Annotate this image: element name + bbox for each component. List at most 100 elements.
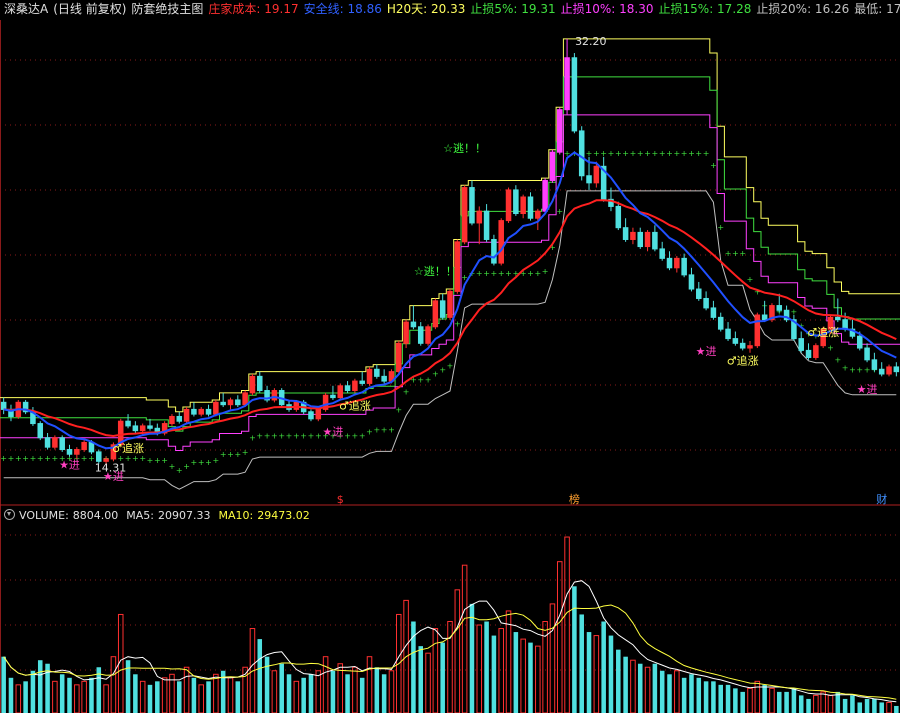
stop15-dot: +	[747, 275, 754, 284]
volume-bar	[322, 656, 329, 713]
candle-body	[710, 307, 717, 318]
candle-body	[337, 385, 344, 399]
volume-bar	[762, 684, 767, 713]
stop15-dot: +	[491, 269, 498, 278]
candle-body	[805, 349, 812, 358]
stop15-dot: +	[644, 149, 651, 158]
candle-body	[696, 288, 702, 299]
candle	[366, 366, 373, 386]
stock-name[interactable]: 深桑达A	[4, 2, 48, 16]
candle-body	[674, 257, 680, 269]
candle	[696, 281, 702, 301]
candle-body	[191, 408, 197, 415]
candle	[542, 178, 548, 214]
volume-bar	[703, 681, 709, 713]
volume-bar	[147, 684, 153, 713]
candle-body	[513, 189, 519, 215]
stop15-dot: +	[695, 149, 702, 158]
stop15-dot: +	[198, 458, 205, 467]
candle-body	[374, 368, 380, 377]
candle	[425, 324, 431, 346]
candle	[835, 298, 841, 323]
stop15-dot: +	[827, 343, 834, 352]
candle-body	[315, 408, 322, 420]
candle	[381, 369, 387, 384]
volume-bar	[872, 698, 877, 713]
volume-bar	[183, 666, 190, 713]
candle	[198, 407, 204, 417]
stop15-dot: +	[205, 458, 212, 467]
stop15-dot: +	[600, 149, 607, 158]
candle-body	[432, 300, 439, 328]
candle	[161, 421, 168, 436]
volume-bar	[630, 659, 636, 713]
candle	[37, 421, 44, 441]
volume-bar	[227, 677, 234, 713]
stop15-dot: +	[183, 462, 190, 471]
volume-bar	[886, 701, 892, 713]
candle	[476, 206, 483, 245]
volume-bar	[791, 688, 797, 713]
volume-bar	[549, 603, 556, 713]
stop15-dot: +	[286, 432, 293, 441]
volume-bar	[616, 649, 621, 713]
candle-body	[396, 342, 402, 373]
stop15-dot: +	[388, 426, 395, 435]
stop15-dot: +	[534, 269, 541, 278]
candle	[235, 395, 241, 408]
candle-body	[96, 451, 102, 462]
volume-bar	[345, 674, 350, 713]
volume-bar	[235, 681, 241, 713]
candle-body	[864, 347, 870, 361]
volume-bar	[352, 666, 358, 713]
candle-body	[256, 375, 263, 392]
volume-bar	[177, 681, 182, 713]
candle	[549, 149, 556, 183]
candle	[791, 315, 797, 341]
candle-body	[227, 399, 234, 406]
volume-bar	[556, 561, 563, 713]
candle	[286, 399, 292, 412]
stop15-dot: +	[652, 149, 659, 158]
candle-body	[542, 179, 548, 212]
stop15-dot: +	[373, 426, 380, 435]
period-label[interactable]: (日线 前复权)	[53, 2, 126, 16]
stop15-dot: +	[366, 428, 373, 437]
stop15-dot: +	[344, 432, 351, 441]
candle-body	[871, 359, 878, 370]
indicator-name[interactable]: 防套绝技主图	[131, 2, 203, 16]
stop15-dot: +	[52, 454, 59, 463]
candle-body	[344, 385, 351, 392]
stop15-dot: +	[30, 454, 37, 463]
candle-body	[586, 175, 592, 184]
stop15-dot: +	[403, 388, 410, 397]
stock-chart[interactable]: + + + + + + + + + + + + + + + + + + ++ + + + + + ++ + + ++ + + + + + + + + +…	[0, 0, 900, 713]
chevron-circle-icon[interactable]	[4, 509, 15, 520]
stop15-dot: +	[593, 149, 600, 158]
stop15-dot: +	[703, 149, 710, 158]
candle	[169, 414, 175, 426]
stop15-dot: +	[615, 149, 622, 158]
candle-body	[747, 345, 753, 349]
header-item-5: 止损15%: 17.28	[658, 2, 752, 16]
stop15-dot: +	[498, 269, 505, 278]
candle-body	[439, 300, 446, 318]
candle-body	[666, 257, 673, 269]
candle-body	[681, 257, 687, 276]
ma10-label: MA10:	[218, 509, 254, 522]
high-price-label: 32.20	[575, 35, 607, 48]
candle	[659, 241, 665, 261]
candle-body	[308, 411, 314, 420]
volume-bar	[454, 589, 461, 713]
volume-value: 8804.00	[72, 509, 119, 522]
volume-bar	[110, 656, 117, 713]
stop15-dot: +	[439, 366, 446, 375]
escape-signal-1: ☆逃！！	[443, 142, 486, 155]
candle-body	[74, 449, 80, 455]
volume-bar	[879, 702, 884, 713]
volume-bar	[718, 684, 723, 713]
candles	[0, 38, 900, 464]
stop15-dot: +	[447, 362, 454, 371]
candle	[637, 227, 644, 249]
candle	[688, 267, 695, 292]
